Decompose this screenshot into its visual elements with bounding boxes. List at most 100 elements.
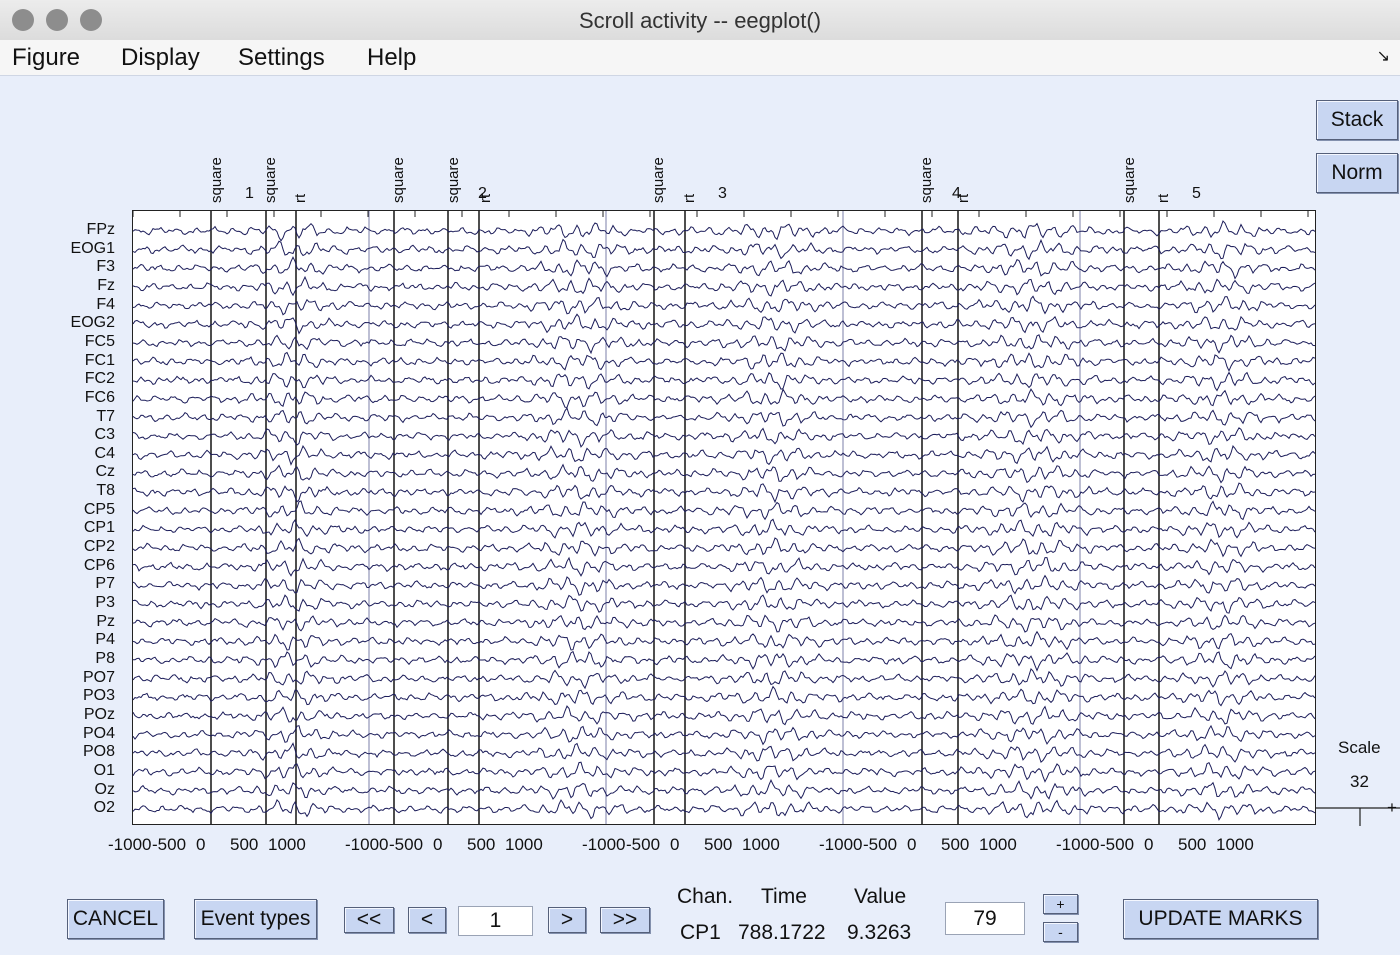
event-label-square: square bbox=[918, 157, 935, 203]
channel-label: T8 bbox=[96, 482, 115, 500]
stack-button[interactable]: Stack bbox=[1316, 100, 1398, 140]
eeg-trace bbox=[133, 574, 1315, 596]
event-label-rt: rt bbox=[1155, 193, 1172, 203]
epoch-number: 4 bbox=[952, 185, 961, 202]
channel-label: Fz bbox=[97, 276, 115, 294]
x-tick-label: 1000 bbox=[268, 835, 306, 854]
scale-plus: + bbox=[1387, 798, 1397, 817]
eeg-trace bbox=[133, 407, 1315, 429]
x-tick-label: -500 bbox=[863, 835, 898, 854]
eeg-trace bbox=[133, 388, 1315, 409]
x-tick-label: 0 bbox=[670, 835, 680, 854]
chan-label: Chan. bbox=[677, 885, 734, 908]
event-label-square: square bbox=[650, 157, 667, 203]
event-label-square: square bbox=[390, 157, 407, 203]
channel-label: CP5 bbox=[83, 500, 115, 518]
eeg-trace bbox=[133, 724, 1315, 746]
channel-label: FC6 bbox=[84, 388, 115, 406]
value-label: Value bbox=[854, 885, 907, 908]
channel-label: PO4 bbox=[82, 724, 115, 742]
event-label-square: square bbox=[262, 157, 279, 203]
eeg-trace bbox=[133, 518, 1315, 539]
event-types-button[interactable]: Event types bbox=[194, 899, 317, 939]
x-tick-label: 1000 bbox=[1216, 835, 1254, 854]
channel-label: C4 bbox=[94, 444, 115, 462]
eeg-trace bbox=[133, 500, 1315, 521]
eeg-trace bbox=[133, 275, 1315, 297]
x-tick-label: -1000 bbox=[819, 835, 863, 854]
spacing-minus-button[interactable]: - bbox=[1043, 922, 1078, 942]
first-page-button[interactable]: << bbox=[344, 907, 394, 933]
channel-label: FC2 bbox=[84, 370, 115, 388]
event-label-rt: rt bbox=[292, 193, 309, 203]
eeg-trace bbox=[133, 537, 1315, 558]
eeg-trace bbox=[133, 334, 1315, 355]
norm-button[interactable]: Norm bbox=[1316, 153, 1398, 193]
title-bar: Scroll activity -- eegplot() bbox=[0, 0, 1400, 41]
eeg-trace bbox=[133, 556, 1315, 577]
menu-display[interactable]: Display bbox=[121, 44, 200, 72]
eeg-trace bbox=[133, 220, 1315, 242]
x-tick-label: 500 bbox=[1178, 835, 1207, 854]
channel-label: PO3 bbox=[82, 687, 115, 705]
x-tick-label: -1000 bbox=[1056, 835, 1100, 854]
spacing-input[interactable]: 79 bbox=[945, 902, 1025, 935]
time-value: 788.1722 bbox=[738, 921, 826, 944]
channel-label: FC1 bbox=[84, 351, 115, 369]
epoch-input[interactable]: 1 bbox=[458, 906, 533, 936]
chan-value: CP1 bbox=[680, 921, 721, 944]
menu-help[interactable]: Help bbox=[367, 44, 416, 72]
next-page-button[interactable]: > bbox=[548, 907, 586, 933]
x-tick-label: 1000 bbox=[742, 835, 780, 854]
channel-label: F3 bbox=[96, 258, 115, 276]
eeg-traces bbox=[133, 211, 1315, 824]
event-label-square: square bbox=[445, 157, 462, 203]
eeg-trace bbox=[133, 650, 1315, 672]
channel-label: P7 bbox=[95, 575, 115, 593]
x-tick-label: 500 bbox=[704, 835, 733, 854]
epoch-number: 5 bbox=[1192, 185, 1201, 202]
eeg-trace bbox=[133, 463, 1315, 484]
channel-label: P8 bbox=[95, 649, 115, 667]
channel-label: O1 bbox=[93, 761, 115, 779]
window-title: Scroll activity -- eegplot() bbox=[578, 8, 822, 33]
eeg-trace bbox=[133, 614, 1315, 633]
eeg-trace bbox=[133, 778, 1315, 800]
channel-label: FPz bbox=[86, 221, 115, 238]
event-label-square: square bbox=[208, 157, 225, 203]
epoch-number: 1 bbox=[245, 185, 254, 202]
x-tick-label: 500 bbox=[941, 835, 970, 854]
eeg-trace bbox=[133, 668, 1315, 690]
x-tick-label: -500 bbox=[1100, 835, 1135, 854]
channel-label: P3 bbox=[95, 594, 115, 611]
eeg-trace bbox=[133, 798, 1315, 821]
eeg-trace bbox=[133, 427, 1315, 448]
update-marks-button[interactable]: UPDATE MARKS bbox=[1123, 899, 1318, 939]
time-label: Time bbox=[761, 885, 807, 908]
channel-label: Cz bbox=[95, 463, 115, 481]
channel-label: F4 bbox=[96, 295, 115, 313]
menu-bar: Figure Display Settings Help ↘ bbox=[0, 40, 1400, 76]
event-label-rt: rt bbox=[681, 193, 698, 203]
prev-page-button[interactable]: < bbox=[408, 907, 446, 933]
channel-label: P4 bbox=[95, 631, 115, 649]
eeg-trace bbox=[133, 761, 1315, 783]
channel-label: CP6 bbox=[83, 556, 115, 574]
x-tick-label: -500 bbox=[389, 835, 424, 854]
dock-arrow-icon[interactable]: ↘ bbox=[1377, 46, 1390, 66]
eeg-trace bbox=[133, 444, 1315, 466]
x-tick-label: 500 bbox=[467, 835, 496, 854]
x-tick-label: 1000 bbox=[979, 835, 1017, 854]
last-page-button[interactable]: >> bbox=[600, 907, 650, 933]
eeg-trace bbox=[133, 371, 1315, 392]
cancel-button[interactable]: CANCEL bbox=[67, 899, 164, 939]
eeg-trace bbox=[133, 630, 1315, 651]
channel-label: PO8 bbox=[82, 743, 115, 761]
channel-label: PO7 bbox=[82, 668, 115, 686]
menu-settings[interactable]: Settings bbox=[238, 44, 325, 72]
eeg-plot-area[interactable] bbox=[132, 210, 1316, 825]
eeg-trace bbox=[133, 685, 1315, 707]
spacing-plus-button[interactable]: + bbox=[1043, 894, 1078, 914]
x-tick-label: 0 bbox=[1144, 835, 1154, 854]
menu-figure[interactable]: Figure bbox=[12, 44, 80, 72]
